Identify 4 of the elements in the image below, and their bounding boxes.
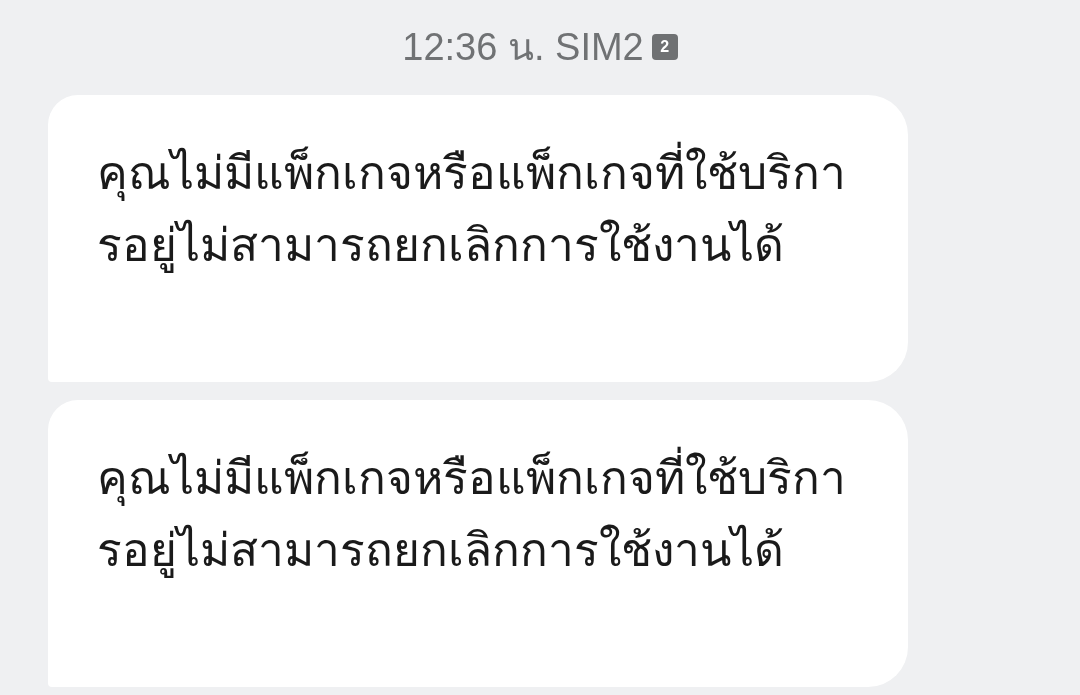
- sim-badge: 2: [651, 33, 678, 60]
- message-text: คุณไม่มีแพ็กเกจหรือแพ็กเกจที่ใช้บริการอยู่ไม่สามารถยกเลิกการใช้งานได้: [97, 137, 857, 281]
- timestamp: 12:36 น. SIM2: [402, 27, 644, 66]
- message-text: คุณไม่มีแพ็กเกจหรือแพ็กเกจที่ใช้บริการอยู่ไม่สามารถยกเลิกการใช้งานได้: [97, 442, 857, 586]
